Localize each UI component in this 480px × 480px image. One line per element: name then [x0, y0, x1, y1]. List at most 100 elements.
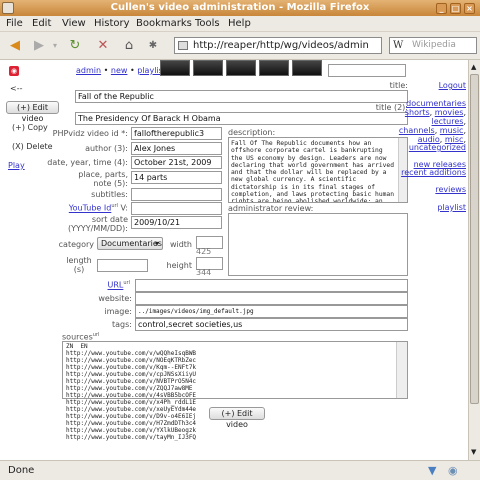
video-thumbnail[interactable]	[292, 60, 322, 76]
title2-input[interactable]: The Presidency Of Barack H Obama	[75, 112, 408, 125]
movies-link[interactable]: movies	[435, 108, 464, 117]
playlist-side-link[interactable]: playlist	[437, 203, 466, 212]
video-thumbnail[interactable]	[193, 60, 223, 76]
youtube-sup: url	[111, 203, 118, 209]
sort-date-label: sort date (YYYY/MM/DD):	[68, 215, 128, 233]
minimize-icon[interactable]: _	[436, 3, 447, 14]
menu-history[interactable]: History	[94, 18, 130, 29]
security-icon[interactable]: ◉	[448, 464, 458, 477]
sources-textarea[interactable]: ZN EN http://www.youtube.com/v/wQQheIsqBW…	[62, 341, 408, 441]
search-bar[interactable]: W Wikipedia	[389, 37, 477, 54]
admin-review-label: administrator review:	[228, 204, 314, 213]
shorts-link[interactable]: shorts	[405, 108, 430, 117]
favicon-icon	[178, 41, 188, 50]
url-label: URLurl	[90, 280, 131, 290]
menu-file[interactable]: File	[6, 18, 23, 29]
url-bar[interactable]: http://reaper/http/wg/videos/admin	[174, 37, 382, 54]
url-sup: url	[123, 280, 130, 286]
delete-link[interactable]: (X) Delete	[12, 142, 53, 151]
admin-review-textarea[interactable]	[228, 213, 408, 276]
url-input[interactable]	[135, 279, 408, 292]
youtube-label-link[interactable]: YouTube Id	[69, 204, 112, 213]
subtitles-input[interactable]	[131, 188, 222, 201]
menu-tools[interactable]: Tools	[195, 18, 220, 29]
admin-link[interactable]: admin	[76, 66, 101, 75]
source-line: http://www.youtube.com/v/tayMn_IJ3FQ	[66, 434, 197, 441]
video-thumbnail[interactable]	[160, 60, 190, 76]
title-input[interactable]: Fall of the Republic	[75, 90, 408, 103]
date-input[interactable]: October 21st, 2009	[131, 156, 222, 169]
description-textarea[interactable]: Fall Of The Republic documents how an of…	[228, 137, 408, 203]
home-icon[interactable]: ⌂	[120, 37, 138, 55]
website-label: website:	[98, 294, 132, 303]
youtube-label: YouTube Idurl V:	[58, 203, 128, 213]
download-icon[interactable]: ▼	[428, 464, 436, 477]
menu-edit[interactable]: Edit	[32, 18, 51, 29]
wikipedia-icon[interactable]: W	[393, 38, 403, 53]
menu-view[interactable]: View	[62, 18, 86, 29]
channels-link[interactable]: channels	[399, 126, 435, 135]
source-line: http://www.youtube.com/v/Kqm--ENFt7k	[66, 364, 197, 371]
scroll-thumb[interactable]	[470, 74, 479, 404]
image-input[interactable]: ../images/videos/img_default.jpg	[135, 305, 408, 318]
back-icon[interactable]: ◀	[6, 37, 24, 55]
menu-bookmarks[interactable]: Bookmarks	[136, 18, 192, 29]
documentaries-link[interactable]: documentaries	[406, 99, 466, 108]
source-line: http://www.youtube.com/v/cpJNSsXiiyU	[66, 371, 197, 378]
source-line: http://www.youtube.com/v/NVBTPrO5N4c	[66, 378, 197, 385]
place-label: place, parts, note (5):	[78, 170, 128, 188]
copy-link[interactable]: (+) Copy	[12, 123, 48, 132]
category-select[interactable]: Documentaries ▾	[97, 237, 163, 250]
top-search-input[interactable]	[328, 64, 406, 77]
subtitles-label: subtitles:	[91, 190, 128, 199]
author-input[interactable]: Alex Jones	[131, 142, 222, 155]
music-link[interactable]: music	[440, 126, 464, 135]
length-label: length (s)	[66, 256, 92, 274]
phpvidz-input[interactable]: falloftherepublic3	[131, 127, 222, 140]
page-scrollbar[interactable]: ▲ ▼	[468, 60, 480, 460]
edit-video-button-top[interactable]: (+) Edit video	[6, 101, 59, 123]
source-line: http://www.youtube.com/v/ZQQJ7aw8ME	[66, 385, 193, 392]
category-value: Documentaries	[101, 239, 162, 248]
source-line: http://www.youtube.com/v/x4Ph_rddL1E	[66, 399, 197, 406]
status-bar: Done ▼ ◉	[0, 460, 480, 480]
close-icon[interactable]: ×	[464, 3, 475, 14]
sort-date-input[interactable]: 2009/10/21	[131, 216, 222, 229]
menu-bar: File Edit View History Bookmarks Tools H…	[0, 16, 480, 32]
new-link[interactable]: new	[111, 66, 128, 75]
category-line-1: shorts, movies,	[404, 108, 466, 117]
edit-video-button-bottom[interactable]: (+) Edit video	[209, 407, 265, 429]
uncategorized-link[interactable]: uncategorized	[409, 143, 466, 152]
back-link[interactable]: <--	[10, 84, 22, 93]
place-input[interactable]: 14 parts	[131, 171, 222, 184]
logout-link[interactable]: Logout	[439, 81, 466, 90]
lectures-link[interactable]: lectures	[432, 117, 464, 126]
height-hint: 344	[196, 268, 212, 277]
play-link[interactable]: Play	[8, 161, 25, 170]
rss-icon[interactable]: ◉	[9, 66, 19, 76]
window-titlebar: Cullen's video administration - Mozilla …	[0, 0, 480, 16]
top-nav-links: admin • new • playlist	[76, 66, 166, 75]
video-thumbnail[interactable]	[259, 60, 289, 76]
category-label: category	[58, 240, 94, 249]
maximize-icon[interactable]: □	[450, 3, 461, 14]
reload-icon[interactable]: ↻	[66, 37, 84, 55]
sources-scrollbar[interactable]	[396, 342, 407, 398]
category-line-3: channels, music,	[398, 126, 466, 135]
sources-sup: url	[92, 332, 100, 338]
recent-additions-link[interactable]: recent additions	[401, 168, 466, 177]
video-thumbnail[interactable]	[226, 60, 256, 76]
bookmark-icon[interactable]: ✱	[144, 37, 162, 55]
stop-icon[interactable]: ✕	[94, 37, 112, 55]
window-menu-icon[interactable]	[2, 2, 14, 14]
website-input[interactable]	[135, 292, 408, 305]
length-input[interactable]	[97, 259, 148, 272]
history-dropdown-icon[interactable]: ▾	[46, 37, 64, 55]
reviews-link[interactable]: reviews	[435, 185, 466, 194]
youtube-input[interactable]	[131, 202, 222, 215]
menu-help[interactable]: Help	[228, 18, 251, 29]
scroll-up-icon[interactable]: ▲	[471, 63, 476, 71]
url-label-link[interactable]: URL	[108, 281, 124, 290]
scroll-down-icon[interactable]: ▼	[471, 448, 476, 456]
tags-input[interactable]: control,secret societies,us	[135, 318, 408, 331]
